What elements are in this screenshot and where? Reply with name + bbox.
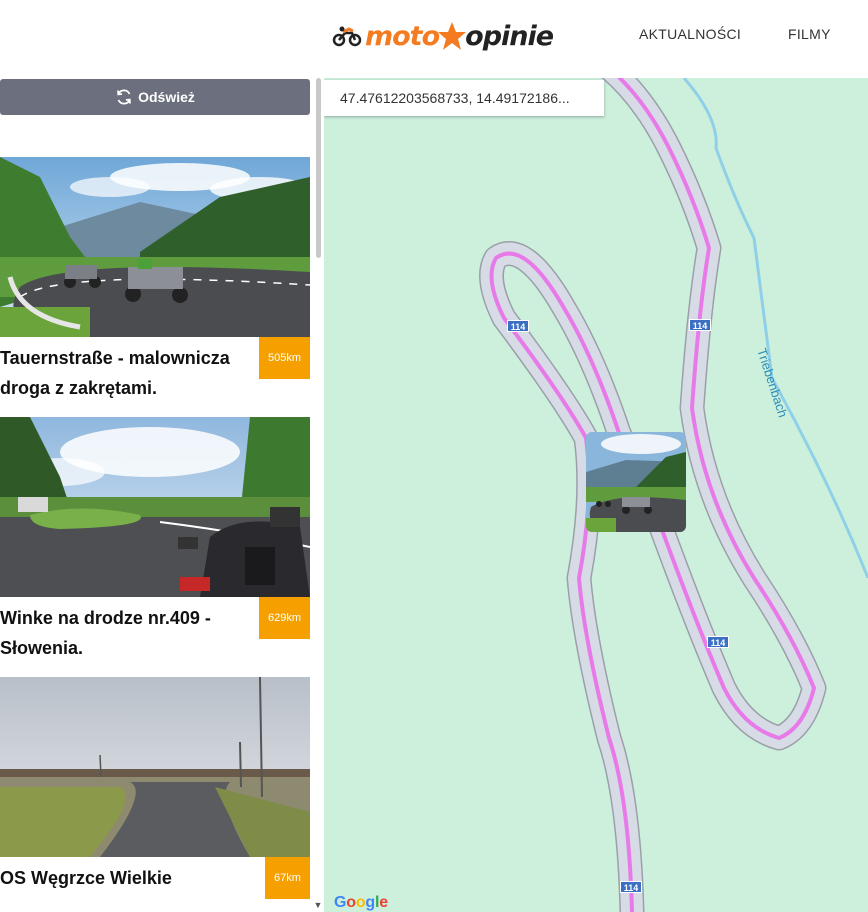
sidebar: Odśwież ▼ Tauernstraße - malownicza drog… (0, 78, 324, 912)
route-card-title[interactable]: Winke na drodze nr.409 - Słowenia. (0, 603, 250, 663)
logo-text-moto: moto (365, 20, 440, 52)
road-number-badge: 114 (707, 636, 729, 648)
route-card-image (0, 677, 310, 857)
distance-badge: 629km (259, 597, 310, 639)
scroll-down-arrow-icon[interactable]: ▼ (312, 900, 324, 910)
stream-label: Triebenbach (754, 346, 790, 419)
site-header: moto opinie AKTUALNOŚCI FILMY (0, 0, 868, 78)
map-view[interactable]: Triebenbach 114 114 114 114 47.476122035… (324, 78, 868, 912)
refresh-button[interactable]: Odśwież (0, 79, 310, 115)
refresh-label: Odśwież (138, 89, 195, 105)
route-card-title[interactable]: Tauernstraße - malownicza droga z zakręt… (0, 343, 250, 403)
map-marker-thumbnail[interactable] (586, 432, 686, 532)
route-card[interactable]: Tauernstraße - malownicza droga z zakręt… (0, 157, 310, 398)
route-card-image (0, 417, 310, 597)
route-card-title[interactable]: OS Węgrzce Wielkie (0, 863, 250, 893)
sidebar-scrollbar[interactable] (316, 78, 321, 258)
road-number-badge: 114 (507, 320, 529, 332)
route-card[interactable]: Winke na drodze nr.409 - Słowenia. 629km (0, 417, 310, 658)
nav-link-films[interactable]: FILMY (788, 26, 831, 42)
marker-image (586, 432, 686, 532)
site-logo[interactable]: moto opinie (332, 16, 554, 56)
nav-link-news[interactable]: AKTUALNOŚCI (639, 26, 741, 42)
road-number-badge: 114 (620, 881, 642, 893)
coordinates-display[interactable]: 47.47612203568733, 14.49172186... (324, 80, 604, 116)
logo-text-opinie: opinie (465, 20, 554, 52)
distance-badge: 67km (265, 857, 310, 899)
star-icon (438, 22, 467, 50)
road-number-badge: 114 (689, 319, 711, 331)
distance-badge: 505km (259, 337, 310, 379)
route-card[interactable]: OS Węgrzce Wielkie 67km (0, 677, 310, 912)
google-attribution-logo[interactable]: Google (334, 894, 388, 912)
route-card-image (0, 157, 310, 337)
motorcycle-icon (332, 26, 362, 47)
refresh-icon (117, 89, 131, 105)
